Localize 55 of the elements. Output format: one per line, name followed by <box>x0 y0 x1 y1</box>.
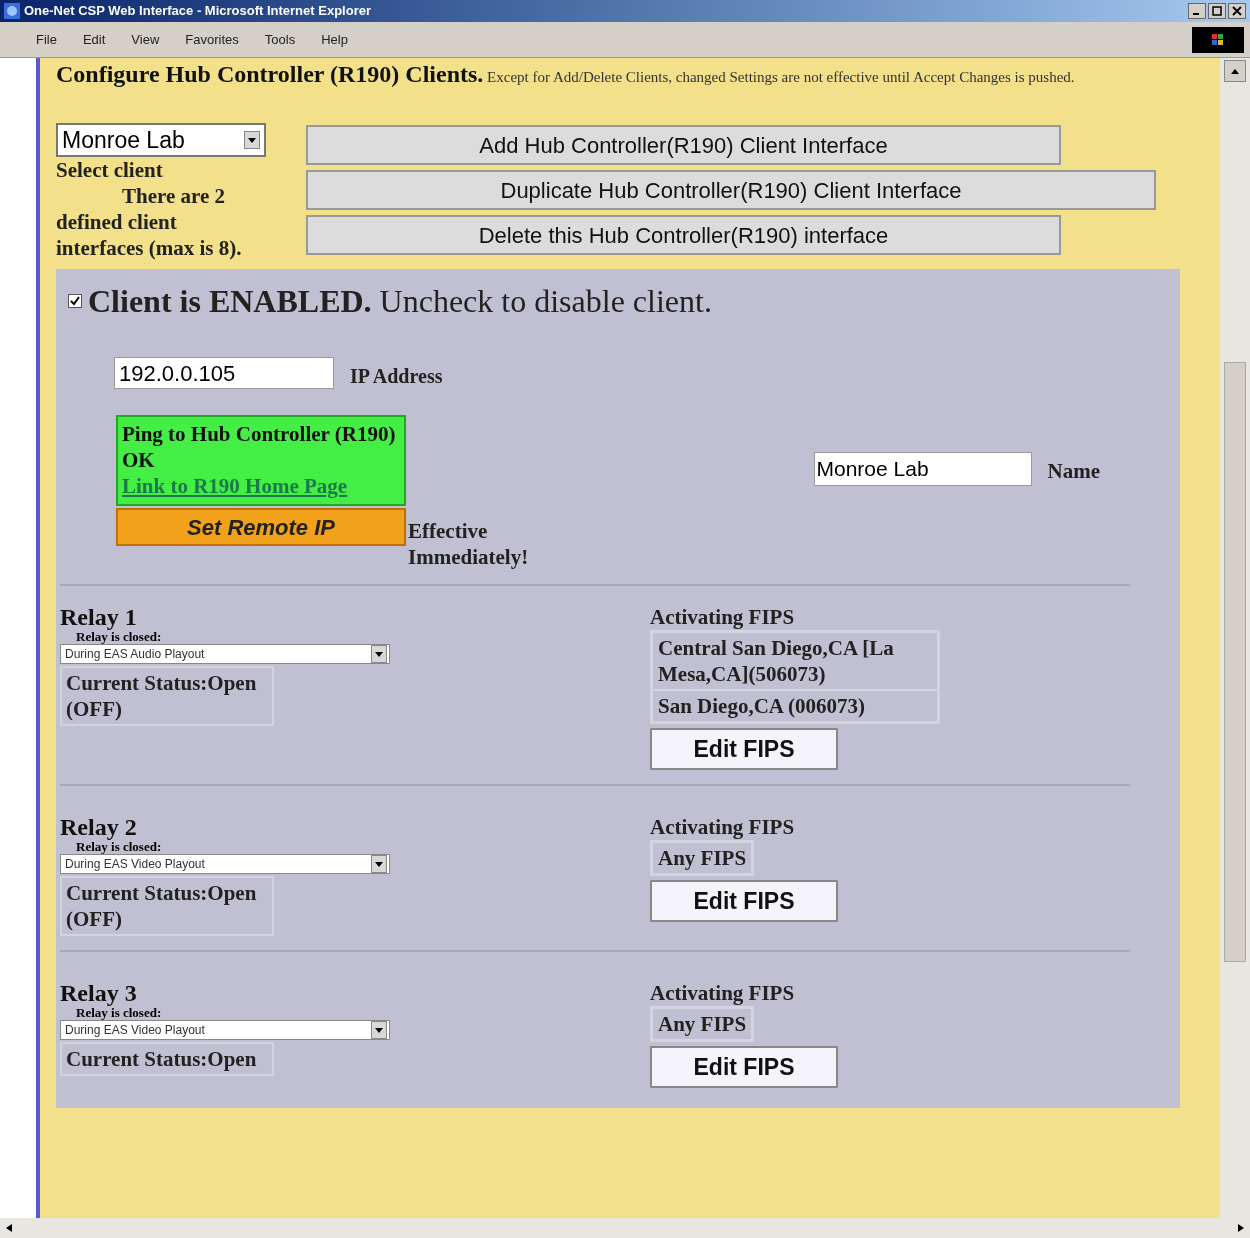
relay-status: Current Status:Open (OFF) <box>60 666 274 726</box>
edit-fips-button[interactable]: Edit FIPS <box>650 1046 838 1088</box>
fips-entry: Any FIPS <box>652 842 753 874</box>
close-icon[interactable] <box>1228 3 1246 19</box>
client-action-button[interactable]: Duplicate Hub Controller(R190) Client Interface <box>306 170 1156 210</box>
browser-icon <box>4 3 20 19</box>
client-dropdown[interactable]: Monroe Lab <box>56 123 266 157</box>
menu-item[interactable]: Tools <box>264 29 296 50</box>
relay-closed-label: Relay is closed: <box>76 840 163 854</box>
relay-closed-label: Relay is closed: <box>76 1006 163 1020</box>
fips-entry: San Diego,CA (006073) <box>652 690 938 722</box>
menu-item[interactable]: Favorites <box>185 29 239 50</box>
scroll-left-icon[interactable] <box>6 1224 12 1232</box>
relay-title: Relay 3 <box>60 980 138 1006</box>
relay-status: Current Status:Open (OFF) <box>60 876 274 936</box>
scroll-right-icon[interactable] <box>1238 1224 1244 1232</box>
client-action-button[interactable]: Delete this Hub Controller(R190) interface <box>306 215 1061 255</box>
menu-item[interactable]: Help <box>321 29 348 50</box>
name-label: Name <box>1047 457 1100 485</box>
fips-label: Activating FIPS <box>650 604 796 630</box>
client-action-button[interactable]: Add Hub Controller(R190) Client Interface <box>306 125 1061 165</box>
minimize-icon[interactable] <box>1188 3 1206 19</box>
effective-immediately-note: Effective Immediately! <box>408 518 528 570</box>
relay-mode-dropdown[interactable]: During EAS Audio Playout <box>60 644 390 664</box>
relay-title: Relay 2 <box>60 814 138 840</box>
ip-address-field[interactable]: 192.0.0.105 <box>114 357 334 389</box>
select-client-label: Select client <box>56 157 164 183</box>
horizontal-scrollbar[interactable] <box>0 1218 1250 1238</box>
relay-closed-label: Relay is closed: <box>76 630 163 644</box>
ping-status-text: Ping to Hub Controller (R190) OK <box>122 421 397 473</box>
relay-status: Current Status:Open <box>60 1042 274 1076</box>
name-field[interactable]: Monroe Lab <box>813 451 1032 486</box>
fips-label: Activating FIPS <box>650 814 796 840</box>
menu-item[interactable]: View <box>131 29 160 50</box>
set-remote-ip-button[interactable]: Set Remote IP <box>116 508 406 546</box>
fips-label: Activating FIPS <box>650 980 796 1006</box>
edit-fips-button[interactable]: Edit FIPS <box>650 880 838 922</box>
relay-mode-dropdown[interactable]: During EAS Video Playout <box>60 1020 390 1040</box>
menu-item[interactable]: Edit <box>82 29 106 50</box>
relay-title: Relay 1 <box>60 604 138 630</box>
fips-entry: Any FIPS <box>652 1008 753 1040</box>
client-enabled-text: Client is ENABLED. Uncheck to disable client. <box>88 282 712 321</box>
fips-entry: Central San Diego,CA [La Mesa,CA](506073) <box>652 632 938 690</box>
client-count-note: There are 2 defined client interfaces (max is 8). <box>56 183 243 261</box>
ip-address-label: IP Address <box>350 364 443 389</box>
vertical-scrollbar[interactable] <box>1220 58 1250 1218</box>
page-header: Configure Hub Controller (R190) Clients.Except for Add/Delete Clients, changed Settings are not effective until Accept Changes is pushed. <box>56 60 1076 89</box>
window-title: One-Net CSP Web Interface - Microsoft Internet Explorer <box>24 2 371 21</box>
windows-logo-icon <box>1192 26 1244 53</box>
edit-fips-button[interactable]: Edit FIPS <box>650 728 838 770</box>
scroll-up-icon[interactable] <box>1224 60 1246 82</box>
menu-item[interactable]: File <box>36 29 57 50</box>
relay-mode-dropdown[interactable]: During EAS Video Playout <box>60 854 390 874</box>
maximize-icon[interactable] <box>1208 3 1226 19</box>
enable-checkbox[interactable] <box>68 294 82 308</box>
